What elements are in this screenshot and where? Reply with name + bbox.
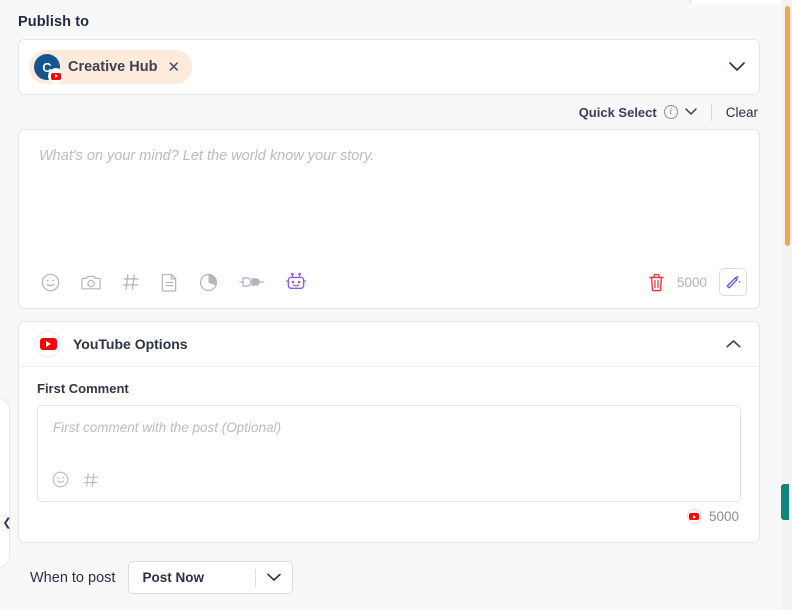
composer-toolbar-right: 5000 xyxy=(648,268,747,296)
youtube-options-header[interactable]: YouTube Options xyxy=(19,322,759,367)
chevron-down-icon[interactable] xyxy=(267,570,282,585)
composer-placeholder[interactable]: What's on your mind? Let the world know … xyxy=(39,148,374,164)
first-comment-input[interactable]: First comment with the post (Optional) xyxy=(37,405,741,502)
youtube-options-title: YouTube Options xyxy=(73,336,188,352)
quick-select-chevron-down-icon[interactable] xyxy=(684,105,697,119)
post-composer-card: What's on your mind? Let the world know … xyxy=(18,129,760,309)
first-comment-placeholder: First comment with the post (Optional) xyxy=(53,420,282,435)
when-to-post-value: Post Now xyxy=(142,570,204,585)
avatar: C xyxy=(34,54,63,83)
youtube-options-body: First Comment First comment with the pos… xyxy=(19,367,759,542)
when-to-post-label: When to post xyxy=(30,569,116,586)
document-icon[interactable] xyxy=(161,273,178,292)
first-comment-label: First Comment xyxy=(37,381,129,396)
first-comment-counter-row: 5000 xyxy=(37,502,741,532)
page-title: Publish to xyxy=(18,14,90,30)
ai-magic-wand-button[interactable] xyxy=(719,268,747,296)
composer-toolbar: 5000 xyxy=(19,256,759,308)
page-scrollbar-thumb[interactable] xyxy=(785,6,790,246)
quick-select-row: Quick Select i Clear xyxy=(18,95,760,129)
plug-icon[interactable] xyxy=(239,274,265,290)
emoji-icon[interactable] xyxy=(52,471,69,493)
when-to-post-row: When to post Post Now xyxy=(18,561,760,594)
when-to-post-select[interactable]: Post Now xyxy=(128,561,294,594)
divider xyxy=(710,103,712,121)
chevron-up-icon[interactable] xyxy=(726,337,741,352)
camera-icon[interactable] xyxy=(81,273,101,291)
hashtag-icon[interactable] xyxy=(83,472,99,493)
hashtag-icon[interactable] xyxy=(122,273,140,291)
composer-tool-icons xyxy=(41,272,306,292)
side-tab-handle[interactable] xyxy=(781,484,789,520)
publish-composer-screen: ❮ Publish to C Creative Hub ✕ Quick Sele… xyxy=(0,0,792,610)
account-chip-label: Creative Hub xyxy=(68,59,158,75)
chevron-down-icon[interactable] xyxy=(729,59,745,75)
clear-button[interactable]: Clear xyxy=(726,105,758,120)
remove-account-chip-icon[interactable]: ✕ xyxy=(165,60,180,75)
emoji-icon[interactable] xyxy=(41,273,60,292)
first-comment-character-count: 5000 xyxy=(708,509,739,524)
youtube-badge-icon xyxy=(49,69,63,83)
info-icon[interactable]: i xyxy=(663,105,678,119)
youtube-icon xyxy=(35,331,61,357)
publish-to-selector[interactable]: C Creative Hub ✕ xyxy=(18,39,760,95)
character-count: 5000 xyxy=(676,274,707,290)
youtube-options-card: YouTube Options First Comment First comm… xyxy=(18,321,760,543)
main-content: Publish to C Creative Hub ✕ Quick Select… xyxy=(0,0,778,610)
pie-chart-icon[interactable] xyxy=(199,273,218,292)
youtube-icon xyxy=(686,509,702,524)
delete-icon[interactable] xyxy=(648,273,665,292)
quick-select-label[interactable]: Quick Select xyxy=(579,105,657,120)
account-chip-creative-hub[interactable]: C Creative Hub ✕ xyxy=(29,50,193,84)
ai-robot-icon[interactable] xyxy=(286,272,306,292)
first-comment-tools xyxy=(52,471,99,493)
divider xyxy=(255,568,257,587)
